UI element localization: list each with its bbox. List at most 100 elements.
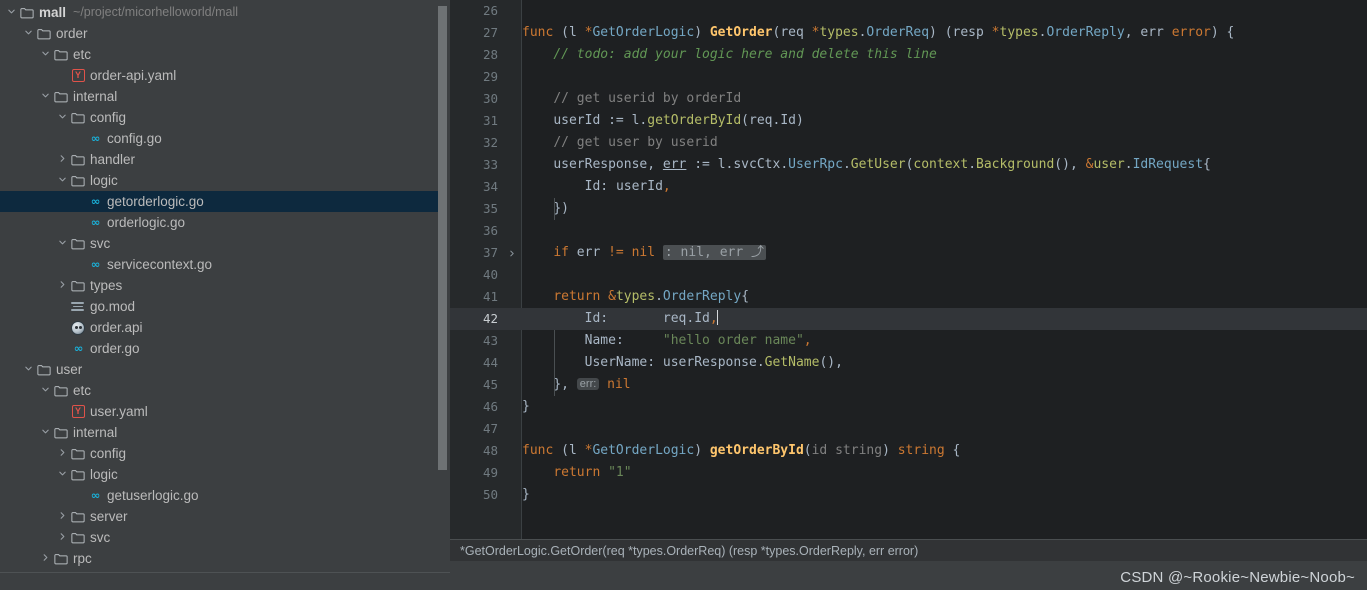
code-line-50[interactable]: 50} xyxy=(450,484,1367,506)
code-line-26[interactable]: 26 xyxy=(450,0,1367,22)
folder-icon xyxy=(69,112,87,124)
chevron-down-icon[interactable] xyxy=(55,175,69,184)
chevron-down-icon[interactable] xyxy=(21,28,35,37)
tree-row-order-api[interactable]: order.api xyxy=(0,317,438,338)
code-line-42[interactable]: 42 Id: req.Id, xyxy=(450,308,1367,330)
code-text: Id: userId, xyxy=(584,179,671,194)
code-line-34[interactable]: 34 Id: userId, xyxy=(450,176,1367,198)
line-number: 34 xyxy=(482,179,498,194)
code-lines-container[interactable]: 26 27 func (l *GetOrderLogic) GetOrder(req… xyxy=(450,0,1367,546)
chevron-right-icon[interactable] xyxy=(55,532,69,541)
code-line-40[interactable]: 40 xyxy=(450,264,1367,286)
code-line-41[interactable]: 41 return &types.OrderReply{ xyxy=(450,286,1367,308)
code-line-37[interactable]: 37 if err != nil : nil, err ⤴ xyxy=(450,242,1367,264)
chevron-down-icon[interactable] xyxy=(38,49,52,58)
code-line-33[interactable]: 33 userResponse, err := l.svcCtx.UserRpc… xyxy=(450,154,1367,176)
fold-expand-icon[interactable] xyxy=(506,242,518,264)
tree-row-servicecontext-go[interactable]: ∞ servicecontext.go xyxy=(0,254,438,275)
tree-row-label: handler xyxy=(90,152,136,167)
tree-row-user-yaml[interactable]: Yuser.yaml xyxy=(0,401,438,422)
chevron-right-icon[interactable] xyxy=(55,448,69,457)
code-line-47[interactable]: 47 xyxy=(450,418,1367,440)
breadcrumb[interactable]: *GetOrderLogic.GetOrder(req *types.Order… xyxy=(460,544,918,558)
tree-row-etc[interactable]: etc xyxy=(0,44,438,65)
tree-row-orderlogic-go[interactable]: ∞ orderlogic.go xyxy=(0,212,438,233)
code-line-44[interactable]: 44 UserName: userResponse.GetName(), xyxy=(450,352,1367,374)
folder-icon xyxy=(69,175,87,187)
tree-row-svc[interactable]: svc xyxy=(0,527,438,548)
code-line-43[interactable]: 43 Name: "hello order name", xyxy=(450,330,1367,352)
code-text: }) xyxy=(553,201,569,216)
chevron-down-icon[interactable] xyxy=(21,364,35,373)
tree-row-handler[interactable]: handler xyxy=(0,149,438,170)
chevron-right-icon[interactable] xyxy=(38,553,52,562)
tree-row-config[interactable]: config xyxy=(0,107,438,128)
chevron-down-icon[interactable] xyxy=(55,238,69,247)
line-number: 42 xyxy=(482,311,498,326)
code-text: userResponse, err := l.svcCtx.UserRpc.Ge… xyxy=(553,157,1211,172)
code-line-29[interactable]: 29 xyxy=(450,66,1367,88)
code-line-36[interactable]: 36 xyxy=(450,220,1367,242)
tree-row-etc[interactable]: etc xyxy=(0,380,438,401)
folder-icon xyxy=(69,511,87,523)
code-line-45[interactable]: 45 }, err: nil xyxy=(450,374,1367,396)
tree-row-user[interactable]: user xyxy=(0,359,438,380)
chevron-right-icon[interactable] xyxy=(55,154,69,163)
code-text: Id: req.Id, xyxy=(584,310,718,326)
chevron-down-icon[interactable] xyxy=(4,7,18,16)
chevron-down-icon[interactable] xyxy=(38,91,52,100)
go-file-icon: ∞ xyxy=(73,342,84,355)
tree-row-config-go[interactable]: ∞ config.go xyxy=(0,128,438,149)
tree-row-getuserlogic-go[interactable]: ∞ getuserlogic.go xyxy=(0,485,438,506)
tree-row-svc[interactable]: svc xyxy=(0,233,438,254)
code-text: func (l *GetOrderLogic) GetOrder(req *ty… xyxy=(522,25,1235,40)
tree-row-logic[interactable]: logic xyxy=(0,464,438,485)
tree-row-logic[interactable]: logic xyxy=(0,170,438,191)
tree-row-types[interactable]: types xyxy=(0,275,438,296)
line-number: 37 xyxy=(482,245,498,260)
tree-row-go-mod[interactable]: go.mod xyxy=(0,296,438,317)
tree-row-internal[interactable]: internal xyxy=(0,422,438,443)
chevron-down-icon[interactable] xyxy=(55,469,69,478)
chevron-right-icon[interactable] xyxy=(55,280,69,289)
chevron-down-icon[interactable] xyxy=(38,427,52,436)
code-line-35[interactable]: 35 }) xyxy=(450,198,1367,220)
folder-icon xyxy=(52,427,70,439)
sidebar-scrollbar[interactable] xyxy=(438,6,447,470)
folder-icon xyxy=(69,448,87,460)
tree-row-internal[interactable]: internal xyxy=(0,86,438,107)
code-line-48[interactable]: 48 func (l *GetOrderLogic) getOrderById(i… xyxy=(450,440,1367,462)
code-line-49[interactable]: 49 return "1" xyxy=(450,462,1367,484)
tree-row-server[interactable]: server xyxy=(0,506,438,527)
line-number: 28 xyxy=(482,47,498,62)
code-line-31[interactable]: 31 userId := l.getOrderById(req.Id) xyxy=(450,110,1367,132)
indent-guide xyxy=(554,330,555,396)
tree-row-order-api-yaml[interactable]: Yorder-api.yaml xyxy=(0,65,438,86)
project-tree-panel: mall ~/project/micorhelloworld/mall orde… xyxy=(0,0,450,590)
chevron-down-icon[interactable] xyxy=(55,112,69,121)
project-tree[interactable]: mall ~/project/micorhelloworld/mall orde… xyxy=(0,0,438,569)
tree-rows-container: order etc Yorder-api.yaml internal config ∞ co… xyxy=(0,23,438,569)
code-line-46[interactable]: 46} xyxy=(450,396,1367,418)
tree-row-getorderlogic-go[interactable]: ∞ getorderlogic.go xyxy=(0,191,438,212)
code-line-27[interactable]: 27 func (l *GetOrderLogic) GetOrder(req *… xyxy=(450,22,1367,44)
code-line-32[interactable]: 32 // get user by userid xyxy=(450,132,1367,154)
tree-row-label: servicecontext.go xyxy=(107,257,213,272)
chevron-down-icon[interactable] xyxy=(38,385,52,394)
code-line-30[interactable]: 30 // get userid by orderId xyxy=(450,88,1367,110)
line-number: 36 xyxy=(482,223,498,238)
line-number: 27 xyxy=(482,25,498,40)
chevron-right-icon[interactable] xyxy=(55,511,69,520)
tree-row-project-root[interactable]: mall ~/project/micorhelloworld/mall xyxy=(0,2,438,23)
go-file-icon: ∞ xyxy=(90,216,101,229)
tree-row-config[interactable]: config xyxy=(0,443,438,464)
tree-row-rpc[interactable]: rpc xyxy=(0,548,438,569)
tree-row-order-go[interactable]: ∞ order.go xyxy=(0,338,438,359)
folder-icon xyxy=(35,364,53,376)
code-text: // todo: add your logic here and delete … xyxy=(553,47,937,62)
code-text: if err != nil : nil, err ⤴ xyxy=(553,245,766,260)
tree-row-order[interactable]: order xyxy=(0,23,438,44)
line-number: 26 xyxy=(482,3,498,18)
code-line-28[interactable]: 28 // todo: add your logic here and dele… xyxy=(450,44,1367,66)
code-editor-panel[interactable]: 26 27 func (l *GetOrderLogic) GetOrder(req… xyxy=(450,0,1367,590)
